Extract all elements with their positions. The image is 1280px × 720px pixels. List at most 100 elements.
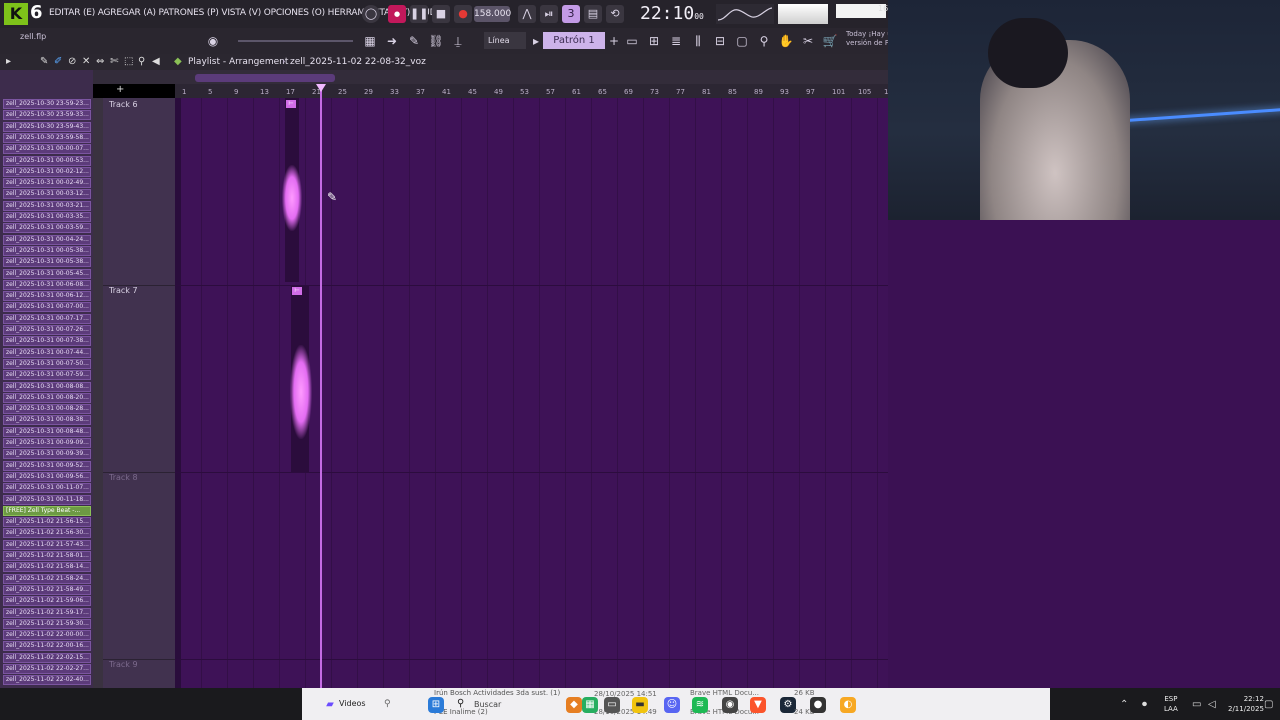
link-icon[interactable]: ⛓: [428, 33, 444, 49]
browser-clip-item[interactable]: zell_2025-11-02 22-02-40...: [3, 675, 91, 686]
browser-clip-item[interactable]: zell_2025-11-02 21-58-14...: [3, 562, 91, 573]
selected-clip-name[interactable]: zell_2025-11-02 22-08-32_voz: [290, 57, 426, 67]
fl-studio-taskbar-icon[interactable]: ◐: [840, 697, 856, 713]
clip-menu-icon[interactable]: ⊢: [286, 100, 296, 108]
browser-clip-item[interactable]: zell_2025-11-02 22-02-15...: [3, 652, 91, 663]
playback-tool-icon[interactable]: ◀: [152, 56, 160, 67]
browser-clip-item[interactable]: zell_2025-10-31 00-00-07...: [3, 144, 91, 155]
system-clock[interactable]: 22:12 2/11/2025: [1228, 694, 1264, 714]
pattern-selector[interactable]: Patrón 1: [543, 32, 605, 49]
touch-controller-icon[interactable]: ✋: [778, 33, 794, 49]
app-icon-2[interactable]: ▦: [582, 697, 598, 713]
slice-tool-icon[interactable]: ✄: [110, 56, 118, 67]
main-menu[interactable]: EDITAR (E) AGREGAR (A) PATRONES (P) VIST…: [49, 8, 442, 18]
main-volume-knob-icon[interactable]: ◉: [205, 33, 221, 49]
app-icon-3[interactable]: ●: [810, 697, 826, 713]
browser-clip-item[interactable]: zell_2025-11-02 22-00-16...: [3, 641, 91, 652]
slip-tool-icon[interactable]: ⇔: [96, 56, 104, 67]
browser-clip-item[interactable]: zell_2025-10-31 00-09-39...: [3, 449, 91, 460]
browser-clip-item[interactable]: zell_2025-11-02 21-57-43...: [3, 539, 91, 550]
browser-clip-item[interactable]: zell_2025-10-31 00-03-21...: [3, 200, 91, 211]
browser-clip-item[interactable]: zell_2025-11-02 21-59-06...: [3, 596, 91, 607]
track-8-label[interactable]: Track 8: [109, 473, 138, 482]
browser-clip-item[interactable]: zell_2025-10-31 00-02-12...: [3, 166, 91, 177]
pin-icon[interactable]: ⚲: [384, 699, 391, 709]
browser-clip-item[interactable]: [FREE] Zell Type Beat -...: [3, 505, 91, 516]
piano-roll-window-icon[interactable]: ≣: [668, 33, 684, 49]
playhead-line[interactable]: [320, 84, 322, 688]
browser-clip-item[interactable]: zell_2025-10-30 23-59-33...: [3, 110, 91, 121]
volume-icon[interactable]: ◁: [1208, 699, 1216, 710]
clip-menu-icon[interactable]: ⊢: [292, 287, 302, 295]
pencil-icon[interactable]: ✎: [406, 33, 422, 49]
brave-window-1[interactable]: Brave HTML Docu...: [690, 689, 759, 697]
metronome-icon[interactable]: ⋀: [518, 5, 536, 23]
tempo-display[interactable]: 158.000: [474, 6, 511, 22]
browser-clip-item[interactable]: zell_2025-10-31 00-00-53...: [3, 155, 91, 166]
file-explorer-icon[interactable]: ▬: [632, 697, 648, 713]
piano-roll-icon[interactable]: ▦: [362, 33, 378, 49]
tools-icon[interactable]: ✂: [800, 33, 816, 49]
main-pitch-slider[interactable]: [238, 40, 353, 42]
browser-clip-item[interactable]: zell_2025-10-31 00-08-28...: [3, 404, 91, 415]
browser-clip-item[interactable]: zell_2025-11-02 21-59-17...: [3, 607, 91, 618]
track-6-label[interactable]: Track 6: [109, 100, 138, 109]
browser-clip-item[interactable]: zell_2025-11-02 21-58-24...: [3, 573, 91, 584]
app-icon-1[interactable]: ◆: [566, 697, 582, 713]
playhead-marker-icon[interactable]: [316, 84, 326, 92]
browser-clip-item[interactable]: zell_2025-10-31 00-09-56...: [3, 471, 91, 482]
add-pattern-icon[interactable]: +: [606, 33, 622, 49]
browser-icon[interactable]: ⊟: [712, 33, 728, 49]
spotify-icon[interactable]: ≋: [692, 697, 708, 713]
browser-clip-item[interactable]: zell_2025-10-31 00-03-12...: [3, 189, 91, 200]
delete-tool-icon[interactable]: ⊘: [68, 56, 76, 67]
browser-clip-item[interactable]: zell_2025-10-31 00-02-49...: [3, 178, 91, 189]
channel-rack-icon[interactable]: ⊞: [646, 33, 662, 49]
browser-clip-item[interactable]: zell_2025-10-31 00-06-08...: [3, 279, 91, 290]
browser-clip-item[interactable]: zell_2025-10-31 00-07-00...: [3, 302, 91, 313]
brave-icon[interactable]: ▼: [750, 697, 766, 713]
notifications-icon[interactable]: ▢: [1264, 699, 1273, 710]
tray-chevron-icon[interactable]: ⌃: [1120, 699, 1128, 710]
browser-clip-item[interactable]: zell_2025-10-31 00-08-08...: [3, 381, 91, 392]
browser-clip-item[interactable]: zell_2025-11-02 21-59-30...: [3, 618, 91, 629]
project-icon[interactable]: ▢: [734, 33, 750, 49]
browser-clip-item[interactable]: zell_2025-10-30 23-59-23...: [3, 99, 91, 109]
stop-icon[interactable]: ■: [432, 5, 450, 23]
browser-clip-item[interactable]: zell_2025-10-31 00-07-44...: [3, 347, 91, 358]
browser-clip-item[interactable]: zell_2025-10-31 00-07-26...: [3, 325, 91, 335]
task-view-icon[interactable]: ▭: [604, 697, 620, 713]
step-edit-icon[interactable]: ▤: [584, 5, 602, 23]
microphone-icon[interactable]: ⏺: [1142, 699, 1147, 710]
stamp-icon[interactable]: ⍊: [450, 33, 466, 49]
browser-clip-item[interactable]: zell_2025-11-02 21-58-01...: [3, 551, 91, 561]
snap-selector[interactable]: Línea: [484, 32, 526, 49]
browser-clip-item[interactable]: zell_2025-10-31 00-05-45...: [3, 268, 91, 279]
videos-label[interactable]: Videos: [339, 699, 366, 708]
browser-clip-item[interactable]: zell_2025-10-31 00-06-12...: [3, 291, 91, 302]
song-mode-icon[interactable]: ●: [388, 5, 406, 23]
mute-tool-icon[interactable]: ✕: [82, 56, 90, 67]
browser-clip-item[interactable]: zell_2025-10-31 00-05-38...: [3, 257, 91, 268]
zoom-tool-icon[interactable]: ⚲: [138, 56, 145, 67]
fl-studio-logo[interactable]: K 6: [4, 2, 46, 25]
discord-icon[interactable]: ☺: [664, 697, 680, 713]
playlist-grid-right[interactable]: [888, 220, 1280, 688]
browser-clip-item[interactable]: zell_2025-10-31 00-11-18...: [3, 494, 91, 505]
countdown-icon[interactable]: 3: [562, 5, 580, 23]
browser-clip-item[interactable]: zell_2025-10-30 23-59-43...: [3, 121, 91, 132]
draw-tool-icon[interactable]: ✎: [40, 56, 48, 67]
horizontal-scrollbar[interactable]: [195, 74, 335, 82]
browser-clip-item[interactable]: zell_2025-11-02 22-00-00...: [3, 630, 91, 641]
master-pitch-knob-icon[interactable]: ◯: [362, 5, 380, 23]
add-track-icon[interactable]: +: [116, 84, 124, 95]
browser-clip-item[interactable]: zell_2025-10-31 00-09-09...: [3, 438, 91, 448]
browser-clip-item[interactable]: zell_2025-11-02 21-56-30...: [3, 528, 91, 539]
select-tool-icon[interactable]: ⬚: [124, 56, 133, 67]
play-pattern-icon[interactable]: ▸: [528, 33, 544, 49]
language-indicator[interactable]: ESP LAA: [1164, 694, 1178, 714]
browser-clip-item[interactable]: zell_2025-10-31 00-08-38...: [3, 415, 91, 426]
track-7-label[interactable]: Track 7: [109, 286, 138, 295]
arrow-icon[interactable]: ➜: [384, 33, 400, 49]
browser-clip-item[interactable]: zell_2025-10-31 00-07-17...: [3, 313, 91, 324]
